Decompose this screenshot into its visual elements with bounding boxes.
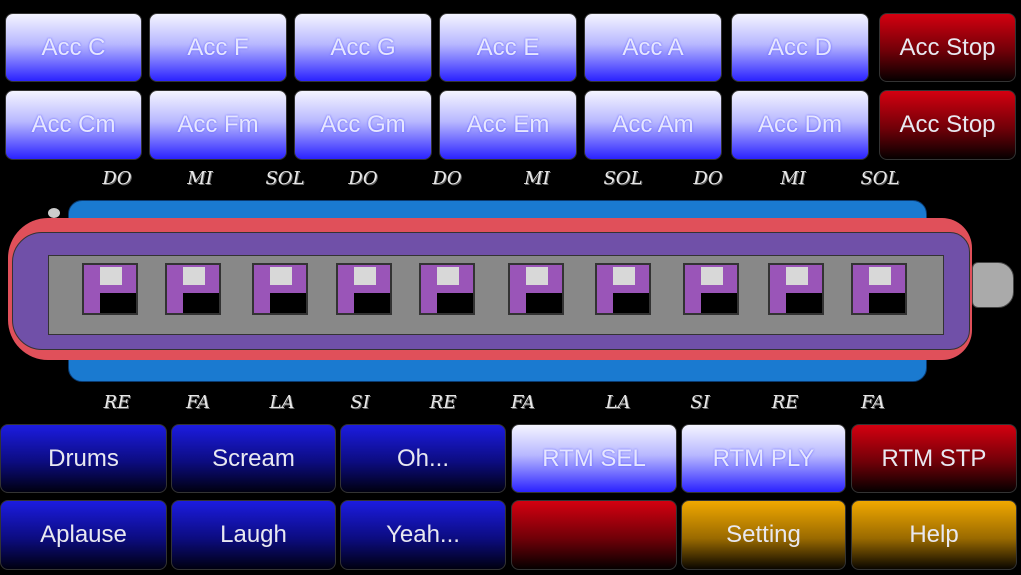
harmonica-hole-9[interactable]	[768, 263, 824, 315]
blow-note-label: SOL	[603, 168, 643, 189]
scream-button[interactable]: Scream	[171, 424, 336, 493]
harmonica-hole-10[interactable]	[851, 263, 907, 315]
accordion-button[interactable]: Acc D	[731, 13, 869, 82]
harmonica-hole-1[interactable]	[82, 263, 138, 315]
draw-note-label: FA	[861, 392, 885, 413]
draw-note-label: RE	[429, 392, 457, 413]
setting-button[interactable]: Setting	[681, 500, 846, 570]
blow-note-label: MI	[187, 168, 213, 189]
blow-note-label: DO	[348, 168, 378, 189]
draw-note-label: LA	[269, 392, 295, 413]
blow-note-label: MI	[780, 168, 806, 189]
draw-note-label: FA	[186, 392, 210, 413]
accordion-button[interactable]: Acc C	[5, 13, 142, 82]
blow-note-label: DO	[102, 168, 132, 189]
blow-note-label: SOL	[265, 168, 305, 189]
applause-button[interactable]: Aplause	[0, 500, 167, 570]
accordion-button[interactable]: Acc E	[439, 13, 577, 82]
harmonica-mouthpiece-knob	[972, 262, 1014, 308]
accordion-minor-button[interactable]: Acc Stop	[879, 90, 1016, 160]
harmonica-hole-8[interactable]	[683, 263, 739, 315]
accordion-minor-button[interactable]: Acc Cm	[5, 90, 142, 160]
accordion-button[interactable]: Acc Stop	[879, 13, 1016, 82]
blow-note-label: SOL	[860, 168, 900, 189]
blow-note-label: MI	[524, 168, 550, 189]
blank-red-button[interactable]	[511, 500, 677, 570]
harmonica-hole-2[interactable]	[165, 263, 221, 315]
accordion-minor-button[interactable]: Acc Am	[584, 90, 722, 160]
harmonica-hole-7[interactable]	[595, 263, 651, 315]
draw-note-label: FA	[511, 392, 535, 413]
yeah-button[interactable]: Yeah...	[340, 500, 506, 570]
oh-button[interactable]: Oh...	[340, 424, 506, 493]
rhythm-play-button[interactable]: RTM PLY	[681, 424, 846, 493]
draw-note-label: RE	[103, 392, 131, 413]
draw-note-label: SI	[690, 392, 710, 413]
rhythm-stop-button[interactable]: RTM STP	[851, 424, 1017, 493]
harmonica-hole-5[interactable]	[419, 263, 475, 315]
accordion-button[interactable]: Acc G	[294, 13, 432, 82]
drums-button[interactable]: Drums	[0, 424, 167, 493]
harmonica-hole-4[interactable]	[336, 263, 392, 315]
laugh-button[interactable]: Laugh	[171, 500, 336, 570]
blow-note-label: DO	[432, 168, 462, 189]
accordion-minor-button[interactable]: Acc Em	[439, 90, 577, 160]
blow-note-label: DO	[693, 168, 723, 189]
harmonica-end-knob	[48, 208, 60, 218]
draw-note-label: RE	[771, 392, 799, 413]
draw-note-label: LA	[605, 392, 631, 413]
accordion-minor-button[interactable]: Acc Fm	[149, 90, 287, 160]
help-button[interactable]: Help	[851, 500, 1017, 570]
draw-note-label: SI	[350, 392, 370, 413]
accordion-minor-button[interactable]: Acc Gm	[294, 90, 432, 160]
harmonica-hole-3[interactable]	[252, 263, 308, 315]
harmonica-hole-6[interactable]	[508, 263, 564, 315]
accordion-button[interactable]: Acc A	[584, 13, 722, 82]
accordion-minor-button[interactable]: Acc Dm	[731, 90, 869, 160]
rhythm-select-button[interactable]: RTM SEL	[511, 424, 677, 493]
accordion-button[interactable]: Acc F	[149, 13, 287, 82]
